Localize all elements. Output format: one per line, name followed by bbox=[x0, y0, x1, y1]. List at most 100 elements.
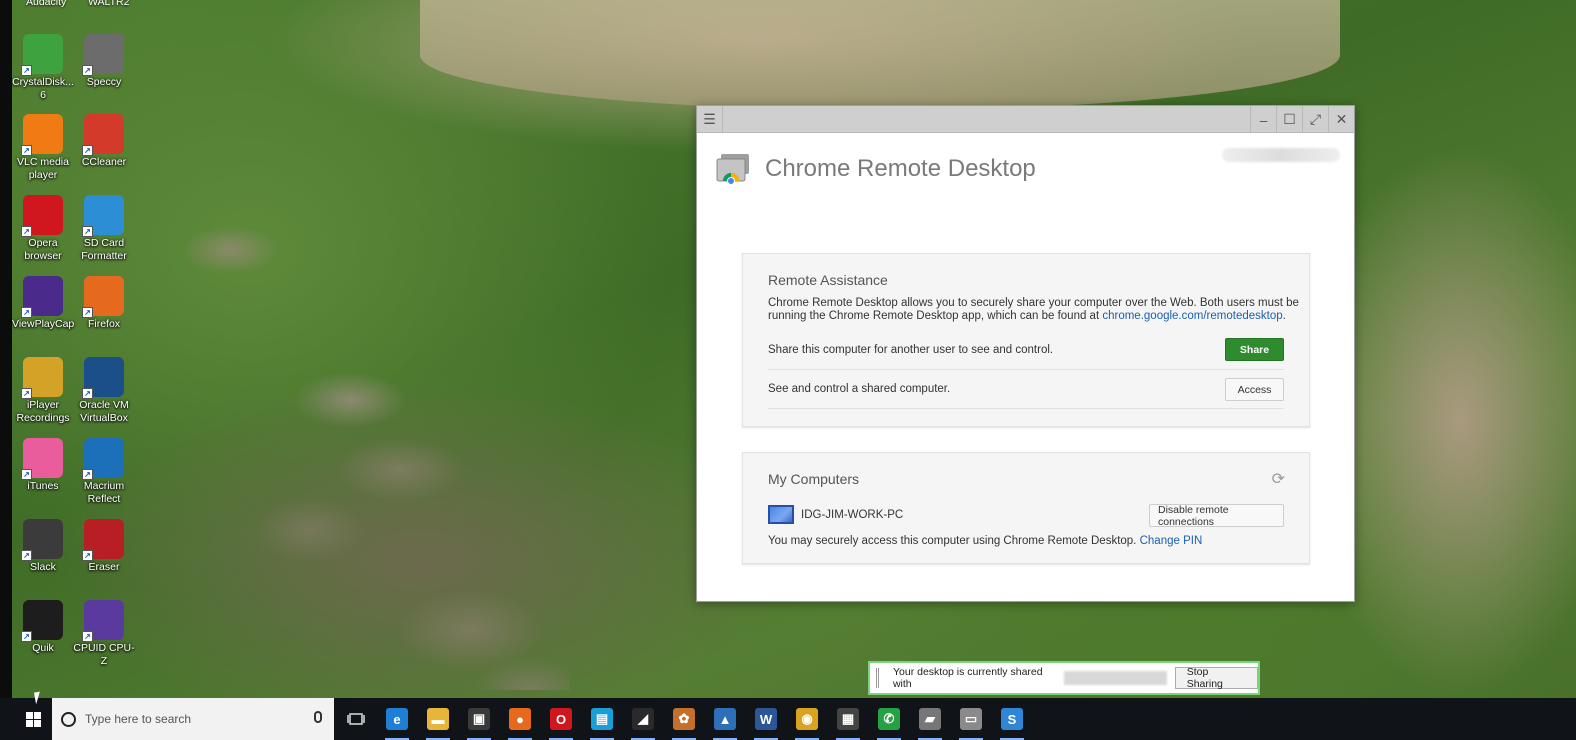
desktop-icon-label: Quik bbox=[32, 642, 54, 654]
description-line2-text: running the Chrome Remote Desktop app, w… bbox=[768, 310, 1100, 322]
file-explorer-icon: ▬ bbox=[427, 708, 449, 730]
taskbar-app-app-window[interactable]: ▤ bbox=[582, 698, 622, 740]
viewplaycap-icon: ↗ bbox=[21, 276, 63, 318]
task-view-icon[interactable] bbox=[336, 698, 376, 740]
close-icon[interactable]: ✕ bbox=[1328, 106, 1354, 133]
desktop-icon-label: Firefox bbox=[87, 318, 121, 330]
shortcut-arrow-icon: ↗ bbox=[21, 145, 32, 156]
taskbar-app-remote-desktop[interactable]: ▭ bbox=[951, 698, 991, 740]
desktop-icon-label: Speccy bbox=[86, 76, 122, 88]
desktop-icon-virtualbox[interactable]: ↗ Oracle VM VirtualBox bbox=[73, 357, 135, 425]
start-button[interactable] bbox=[14, 698, 52, 740]
desktop-icon-label: Macrium Reflect bbox=[83, 480, 125, 505]
computer-name[interactable]: IDG-JIM-WORK-PC bbox=[801, 509, 903, 522]
taskbar-app-sketch-s[interactable]: S bbox=[992, 698, 1032, 740]
desktop-icon-ccleaner[interactable]: ↗ CCleaner bbox=[73, 114, 135, 169]
macrium-icon: ↗ bbox=[82, 438, 124, 480]
desktop-icon-disk-info[interactable]: ↗ CrystalDisk... 6 bbox=[12, 34, 74, 102]
microphone-icon[interactable] bbox=[314, 711, 322, 723]
whatsapp-icon: ✆ bbox=[878, 708, 900, 730]
taskbar-app-opera[interactable]: O bbox=[541, 698, 581, 740]
desktop-icon-vlc-cone[interactable]: ↗ VLC media player bbox=[12, 114, 74, 182]
desktop-icon-folder[interactable]: ↗ iPlayer Recordings bbox=[12, 357, 74, 425]
taskbar: Type here to search e ▬ ▣ ● O ▤ ◢ ✿ ▲ W ◉ ▦ ✆ ▰ ▭ S bbox=[0, 698, 1576, 740]
taskbar-app-app-orange[interactable]: ✿ bbox=[664, 698, 704, 740]
row-divider bbox=[768, 408, 1284, 409]
shortcut-arrow-icon: ↗ bbox=[21, 469, 32, 480]
taskbar-app-whatsapp[interactable]: ✆ bbox=[869, 698, 909, 740]
taskbar-search[interactable]: Type here to search bbox=[52, 698, 334, 740]
itunes-icon: ↗ bbox=[21, 438, 63, 480]
shortcut-arrow-icon: ↗ bbox=[21, 388, 32, 399]
virtualbox-icon: ↗ bbox=[82, 357, 124, 399]
desktop-icon-label: VLC media player bbox=[17, 156, 69, 181]
shortcut-arrow-icon: ↗ bbox=[82, 307, 93, 318]
sharing-status-bar: Your desktop is currently shared with St… bbox=[868, 661, 1260, 695]
desktop-icon-speccy[interactable]: ↗ Speccy bbox=[73, 34, 135, 89]
maximize-icon[interactable]: ☐ bbox=[1276, 106, 1302, 133]
shortcut-arrow-icon: ↗ bbox=[21, 226, 32, 237]
taskbar-app-calculator[interactable]: ▦ bbox=[828, 698, 868, 740]
opera-icon: ↗ bbox=[21, 195, 63, 237]
remote-assistance-card: Remote Assistance Chrome Remote Desktop … bbox=[742, 253, 1310, 427]
desktop-icon-macrium[interactable]: ↗ Macrium Reflect bbox=[73, 438, 135, 506]
remotedesktop-link[interactable]: chrome.google.com/remotedesktop bbox=[1102, 310, 1282, 322]
disable-remote-connections-button[interactable]: Disable remote connections bbox=[1149, 504, 1284, 528]
remote-desktop-icon: ▭ bbox=[960, 708, 982, 730]
stop-sharing-button[interactable]: Stop Sharing bbox=[1174, 666, 1258, 690]
taskbar-app-file-explorer[interactable]: ▬ bbox=[418, 698, 458, 740]
drag-grip-icon[interactable] bbox=[876, 668, 879, 688]
linux-arrow-icon: ▲ bbox=[714, 708, 736, 730]
access-description: See and control a shared computer. bbox=[768, 383, 951, 395]
desktop-icon-eraser[interactable]: ↗ Eraser bbox=[73, 519, 135, 574]
desktop-icon-sd-card[interactable]: ↗ SD Card Formatter bbox=[73, 195, 135, 263]
chrome-icon: ◉ bbox=[796, 708, 818, 730]
hamburger-menu-icon[interactable]: ☰ bbox=[697, 106, 723, 133]
taskbar-app-edge[interactable]: e bbox=[377, 698, 417, 740]
ccleaner-icon: ↗ bbox=[82, 114, 124, 156]
desktop-icon-label: SD Card Formatter bbox=[81, 237, 127, 262]
desktop-label-waltr: WALTR2 bbox=[88, 0, 130, 8]
desktop-icon-viewplaycap[interactable]: ↗ ViewPlayCap bbox=[12, 276, 74, 331]
shortcut-arrow-icon: ↗ bbox=[82, 550, 93, 561]
sketch-s-icon: S bbox=[1001, 708, 1023, 730]
taskbar-app-firefox[interactable]: ● bbox=[500, 698, 540, 740]
access-button[interactable]: Access bbox=[1225, 378, 1284, 401]
share-button[interactable]: Share bbox=[1225, 338, 1284, 361]
vlc-cone-icon: ↗ bbox=[21, 114, 63, 156]
taskbar-app-store[interactable]: ▣ bbox=[459, 698, 499, 740]
fullscreen-icon[interactable]: ⤢ bbox=[1302, 106, 1328, 133]
taskbar-app-network[interactable]: ▰ bbox=[910, 698, 950, 740]
taskbar-app-notes[interactable]: ◢ bbox=[623, 698, 663, 740]
refresh-icon[interactable]: ⟳ bbox=[1272, 469, 1285, 489]
sharing-status-text: Your desktop is currently shared with bbox=[892, 666, 1043, 690]
disk-info-icon: ↗ bbox=[21, 34, 63, 76]
taskbar-app-word[interactable]: W bbox=[746, 698, 786, 740]
taskbar-app-linux-arrow[interactable]: ▲ bbox=[705, 698, 745, 740]
speccy-icon: ↗ bbox=[82, 34, 124, 76]
desktop-icon-slack[interactable]: ↗ Slack bbox=[12, 519, 74, 574]
calculator-icon: ▦ bbox=[837, 708, 859, 730]
change-pin-link[interactable]: Change PIN bbox=[1140, 535, 1203, 547]
desktop-label-audacity: Audacity bbox=[26, 0, 67, 8]
desktop-icon-cpuz[interactable]: ↗ CPUID CPU-Z bbox=[73, 600, 135, 668]
app-header: Chrome Remote Desktop bbox=[715, 153, 1036, 185]
pin-description: You may securely access this computer us… bbox=[768, 535, 1137, 547]
desktop-icon-opera[interactable]: ↗ Opera browser bbox=[12, 195, 74, 263]
shortcut-arrow-icon: ↗ bbox=[21, 550, 32, 561]
desktop-icon-label: Opera browser bbox=[24, 237, 62, 262]
window-titlebar[interactable]: ☰ – ☐ ⤢ ✕ bbox=[697, 106, 1354, 133]
desktop-icon-label: iPlayer Recordings bbox=[16, 399, 70, 424]
shortcut-arrow-icon: ↗ bbox=[82, 469, 93, 480]
desktop-icon-label: CrystalDisk... 6 bbox=[12, 76, 74, 101]
desktop-icon-itunes[interactable]: ↗ iTunes bbox=[12, 438, 74, 493]
desktop-icon-quik[interactable]: ↗ Quik bbox=[12, 600, 74, 655]
edge-icon: e bbox=[386, 708, 408, 730]
share-description: Share this computer for another user to … bbox=[768, 344, 1054, 356]
desktop-icon-firefox[interactable]: ↗ Firefox bbox=[73, 276, 135, 331]
network-icon: ▰ bbox=[919, 708, 941, 730]
my-computers-heading: My Computers bbox=[768, 471, 860, 487]
minimize-icon[interactable]: – bbox=[1250, 106, 1276, 133]
blurred-recipient bbox=[1064, 671, 1167, 685]
taskbar-app-chrome[interactable]: ◉ bbox=[787, 698, 827, 740]
